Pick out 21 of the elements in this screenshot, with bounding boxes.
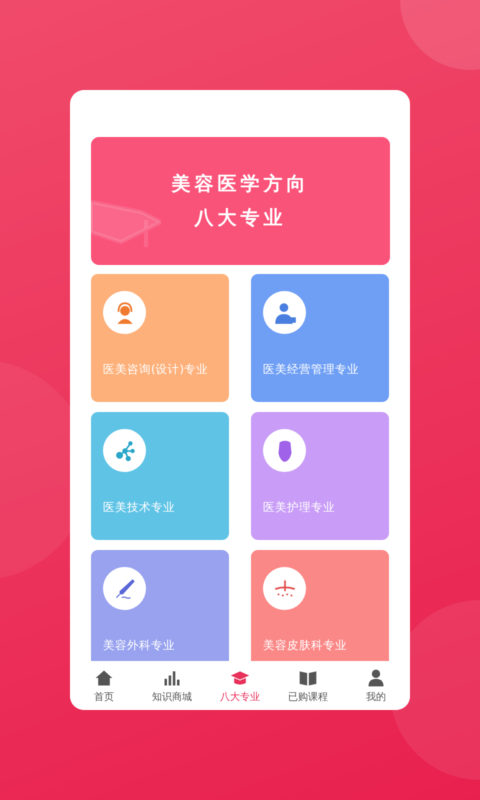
major-label: 医美经营管理专业 <box>263 362 360 377</box>
tab[interactable]: 八大专业 <box>210 668 270 704</box>
major-tile[interactable]: 医美咨询(设计)专业 <box>91 274 229 402</box>
tab[interactable]: 我的 <box>346 668 406 704</box>
banner-title: 美容医学方向 <box>172 172 310 197</box>
tab[interactable]: 首页 <box>74 668 134 704</box>
home-icon <box>94 668 114 688</box>
major-tile[interactable]: 美容皮肤科专业 <box>251 550 389 661</box>
major-label: 美容外科专业 <box>103 638 176 653</box>
banner-subtitle: 八大专业 <box>194 206 286 231</box>
major-label: 美容皮肤科专业 <box>263 638 348 653</box>
major-label: 医美护理专业 <box>263 500 336 515</box>
major-label: 医美技术专业 <box>103 500 176 515</box>
major-tile[interactable]: 医美护理专业 <box>251 412 389 540</box>
tab[interactable]: 已购课程 <box>278 668 338 704</box>
major-tile[interactable]: 美容外科专业 <box>91 550 229 661</box>
major-tile[interactable]: 医美经营管理专业 <box>251 274 389 402</box>
major-label: 医美咨询(设计)专业 <box>103 362 209 377</box>
major-tile[interactable]: 医美技术专业 <box>91 412 229 540</box>
person-icon <box>366 668 386 688</box>
tab[interactable]: 知识商城 <box>142 668 202 704</box>
